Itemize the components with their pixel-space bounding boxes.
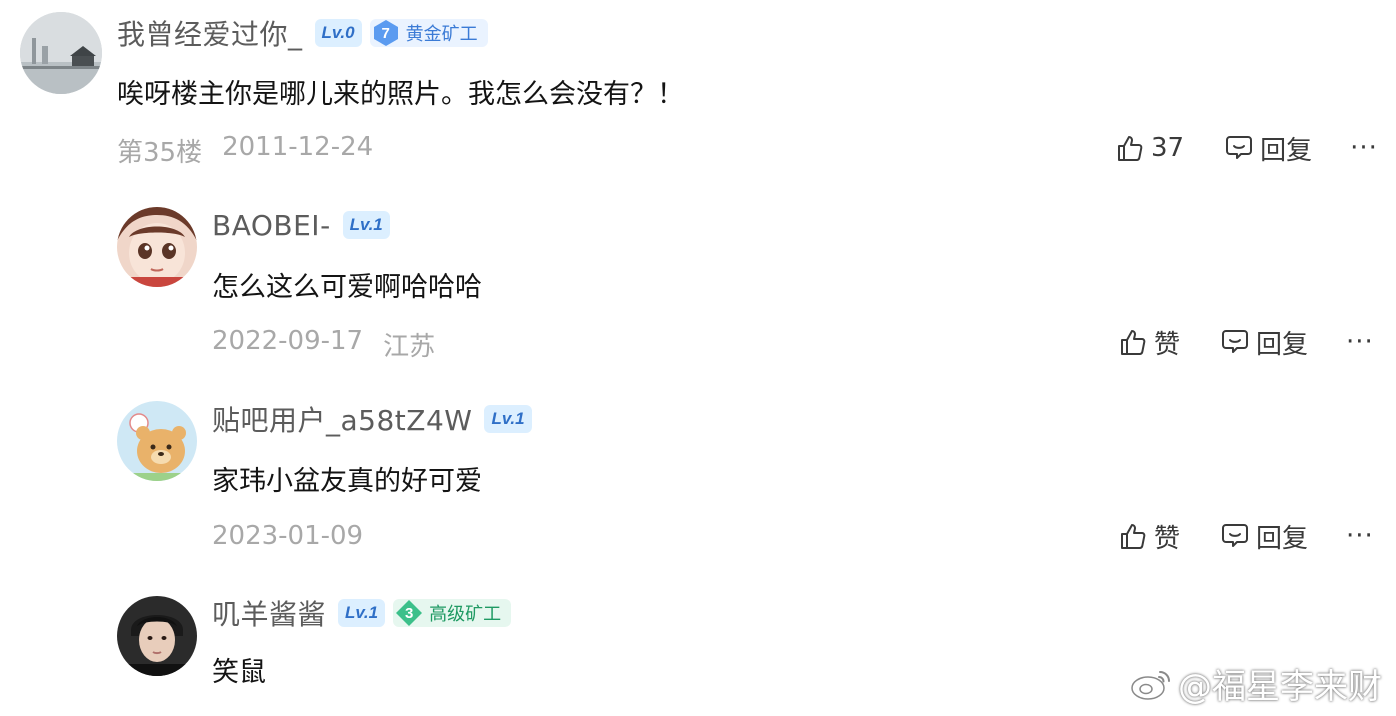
like-count: 37 [1151,133,1185,163]
like-label: 赞 [1154,523,1181,554]
floor-number: 第35楼 [117,138,203,168]
comment-item: BAOBEI- Lv.1 怎么这么可爱啊哈哈哈 2022-09-17 江苏 赞 … [0,190,1396,380]
reply-button[interactable]: 回复 [1220,324,1308,361]
comment-text: 怎么这么可爱啊哈哈哈 [212,272,482,303]
comment-actions: 赞 回复 ··· [1118,516,1374,556]
comment-date: 2011-12-24 [222,132,374,162]
speech-bubble-icon [1226,136,1253,159]
user-header: 叽羊酱酱 Lv.1 3 高级矿工 [212,593,512,633]
level-badge: Lv.1 [338,599,386,627]
username[interactable]: 我曾经爱过你_ [117,13,303,53]
avatar-image [117,596,197,676]
username[interactable]: 叽羊酱酱 [212,593,326,633]
avatar[interactable] [117,207,197,287]
comment-date: 2023-01-09 [212,521,364,551]
weibo-logo-icon [1131,670,1170,700]
comment-item: 贴吧用户_a58tZ4W Lv.1 家玮小盆友真的好可爱 2023-01-09 … [0,385,1396,575]
avatar[interactable] [117,596,197,676]
speech-bubble-icon [1222,524,1249,547]
user-header: BAOBEI- Lv.1 [212,205,390,245]
watermark-text: @福星李来财 [1178,667,1382,707]
level-badge: Lv.1 [342,211,390,239]
rank-badge: 7 黄金矿工 [369,19,488,47]
rank-badge: 3 高级矿工 [393,599,512,627]
comment-date: 2022-09-17 [212,326,364,356]
reply-button[interactable]: 回复 [1220,518,1308,555]
watermark: @福星李来财 [1130,659,1382,708]
username[interactable]: 贴吧用户_a58tZ4W [212,399,472,439]
reply-button[interactable]: 回复 [1224,130,1312,167]
level-badge: Lv.0 [314,19,362,47]
thumbs-up-icon [1121,524,1146,549]
more-button[interactable]: ··· [1346,521,1374,551]
rank-title: 黄金矿工 [405,24,478,45]
rank-title: 高级矿工 [429,604,502,625]
comment-actions: 37 回复 ··· [1115,128,1378,168]
reply-label: 回复 [1260,135,1313,166]
reply-label: 回复 [1256,523,1309,554]
thumbs-up-icon [1121,330,1146,355]
comment-item: 我曾经爱过你_ Lv.0 7 黄金矿工 唉呀楼主你是哪儿来的照片。我怎么会没有？… [0,0,1396,185]
user-header: 贴吧用户_a58tZ4W Lv.1 [212,399,532,439]
comment-actions: 赞 回复 ··· [1118,322,1374,362]
avatar[interactable] [20,12,102,94]
avatar[interactable] [117,401,197,481]
comment-meta: 第35楼 2011-12-24 [117,132,373,169]
avatar-image [117,207,197,287]
comment-location: 江苏 [383,332,436,362]
thumbs-up-icon [1118,136,1143,161]
level-badge: Lv.1 [484,405,532,433]
like-button[interactable]: 赞 [1118,518,1180,555]
comment-text: 家玮小盆友真的好可爱 [212,466,482,497]
more-button[interactable]: ··· [1346,327,1374,357]
user-header: 我曾经爱过你_ Lv.0 7 黄金矿工 [117,13,488,53]
like-label: 赞 [1154,329,1181,360]
avatar-image [20,12,102,94]
comment-meta: 2022-09-17 江苏 [212,326,435,363]
rank-gem-icon: 7 [372,19,400,47]
rank-gem-icon: 3 [395,599,423,627]
speech-bubble-icon [1222,330,1249,353]
comment-text: 笑鼠 [212,657,266,688]
comment-text: 唉呀楼主你是哪儿来的照片。我怎么会没有？！ [117,79,684,110]
like-button[interactable]: 37 [1115,133,1184,163]
avatar-image [117,401,197,481]
more-button[interactable]: ··· [1350,133,1378,163]
comment-meta: 2023-01-09 [212,521,363,551]
username[interactable]: BAOBEI- [212,209,331,242]
reply-label: 回复 [1256,329,1309,360]
like-button[interactable]: 赞 [1118,324,1180,361]
